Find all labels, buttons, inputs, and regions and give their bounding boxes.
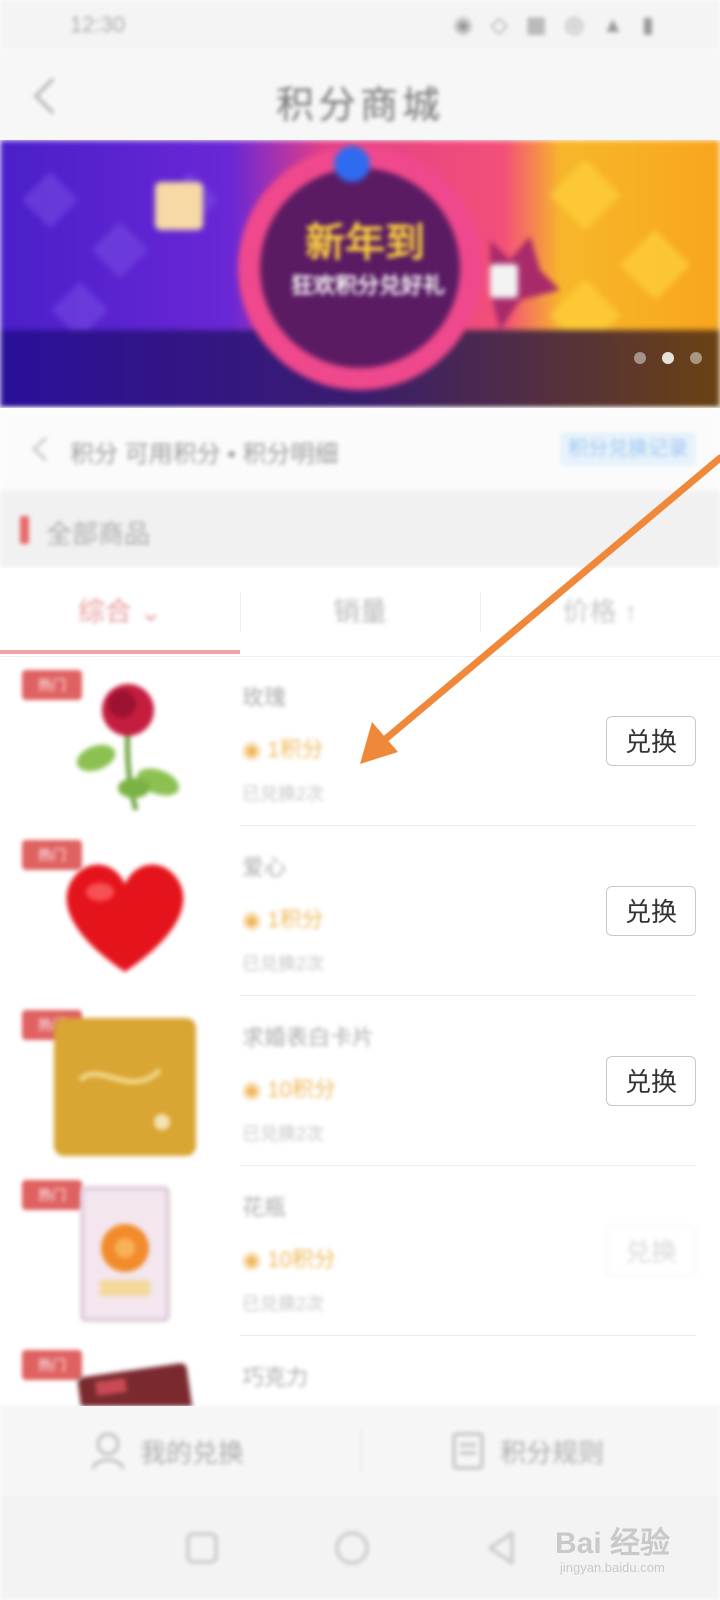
product-name: 花瓶 <box>242 1195 287 1220</box>
watermark-url: jingyan.baidu.com <box>560 1560 665 1575</box>
points-info-text: 积分 可用积分 • 积分明细 <box>70 441 339 468</box>
product-name: 巧克力 <box>242 1365 309 1390</box>
tab-default[interactable]: 综合 ⌄ <box>0 568 240 656</box>
rose-icon <box>76 684 180 811</box>
tab-sales[interactable]: 销量 <box>240 568 480 656</box>
document-icon <box>452 1432 484 1470</box>
product-name: 爱心 <box>242 855 287 880</box>
active-tab-indicator <box>0 650 240 654</box>
home-icon[interactable] <box>332 1528 372 1568</box>
product-item[interactable]: 热门 花瓶 ◉ 10积分 已兑换2次 兑换 <box>0 1166 720 1336</box>
product-name: 求婚表白卡片 <box>242 1025 375 1050</box>
product-item[interactable]: 热门 爱心 ◉ 1积分 已兑换2次 兑换 <box>0 826 720 996</box>
product-price: ◉ 10积分 <box>242 1077 336 1102</box>
section-marker <box>20 516 29 544</box>
banner-dot <box>662 352 674 364</box>
tab-price[interactable]: 价格 ↑ <box>480 568 720 656</box>
status-icons: ◉ ◇ ▦ ◎ ▲ ▮ <box>453 12 660 37</box>
points-rules-button[interactable]: 积分规则 <box>450 1431 604 1471</box>
bottom-action-bar: 我的兑换 积分规则 <box>0 1406 720 1495</box>
heart-icon <box>66 864 184 972</box>
points-info-row: 积分 可用积分 • 积分明细 积分兑换记录 <box>0 408 720 490</box>
page-title: 积分商城 <box>275 85 444 127</box>
user-icon <box>91 1432 125 1470</box>
banner-pagination <box>634 352 702 364</box>
product-price: ◉ 1积分 <box>242 907 324 932</box>
chevron-left-icon <box>31 436 48 462</box>
section-title: 全部商品 <box>46 519 151 549</box>
redeem-button[interactable]: 兑换 <box>606 1226 696 1276</box>
product-item[interactable]: 热门 求婚表白卡片 ◉ 10积分 已兑换2次 兑换 <box>0 996 720 1166</box>
recent-apps-icon[interactable] <box>182 1528 222 1568</box>
watermark: Bai 经验 <box>555 1527 671 1560</box>
flower-card-icon <box>80 1186 170 1322</box>
banner-headline: 新年到 <box>305 221 425 265</box>
product-name: 玫瑰 <box>242 685 287 710</box>
banner-dot <box>634 352 646 364</box>
redeem-button[interactable]: 兑换 <box>606 886 696 936</box>
status-time: 12:30 <box>70 12 126 37</box>
card-icon <box>54 1018 196 1156</box>
banner-subline: 狂欢积分兑好礼 <box>290 273 445 298</box>
product-stock: 已兑换2次 <box>242 1294 325 1314</box>
header: 积分商城 <box>0 50 720 140</box>
redeem-button[interactable]: 兑换 <box>606 1056 696 1106</box>
product-price: ◉ 1积分 <box>242 737 324 762</box>
product-item[interactable]: 热门 玫瑰 ◉ 1积分 已兑换2次 兑换 <box>0 656 720 826</box>
bottom-divider <box>360 1429 361 1473</box>
status-bar: 12:30 ◉ ◇ ▦ ◎ ▲ ▮ <box>0 0 720 50</box>
banner-dot <box>690 352 702 364</box>
product-stock: 已兑换2次 <box>242 1124 325 1144</box>
promo-banner[interactable]: 新年到 狂欢积分兑好礼 <box>0 140 720 408</box>
back-nav-icon[interactable] <box>482 1528 522 1568</box>
product-price: ◉ 10积分 <box>242 1247 336 1272</box>
product-item[interactable]: 热门 巧克力 <box>0 1336 720 1406</box>
my-redeem-label: 我的兑换 <box>140 1437 245 1468</box>
points-rules-label: 积分规则 <box>500 1437 605 1468</box>
redeem-button[interactable]: 兑换 <box>606 716 696 766</box>
section-header: 全部商品 <box>0 490 720 568</box>
sort-tabs: 综合 ⌄ 销量 价格 ↑ <box>0 568 720 657</box>
product-stock: 已兑换2次 <box>242 954 325 974</box>
chocolate-icon <box>77 1363 193 1406</box>
product-stock: 已兑换2次 <box>242 784 325 804</box>
redeem-records-link[interactable]: 积分兑换记录 <box>560 432 696 466</box>
my-redeem-button[interactable]: 我的兑换 <box>90 1431 244 1471</box>
